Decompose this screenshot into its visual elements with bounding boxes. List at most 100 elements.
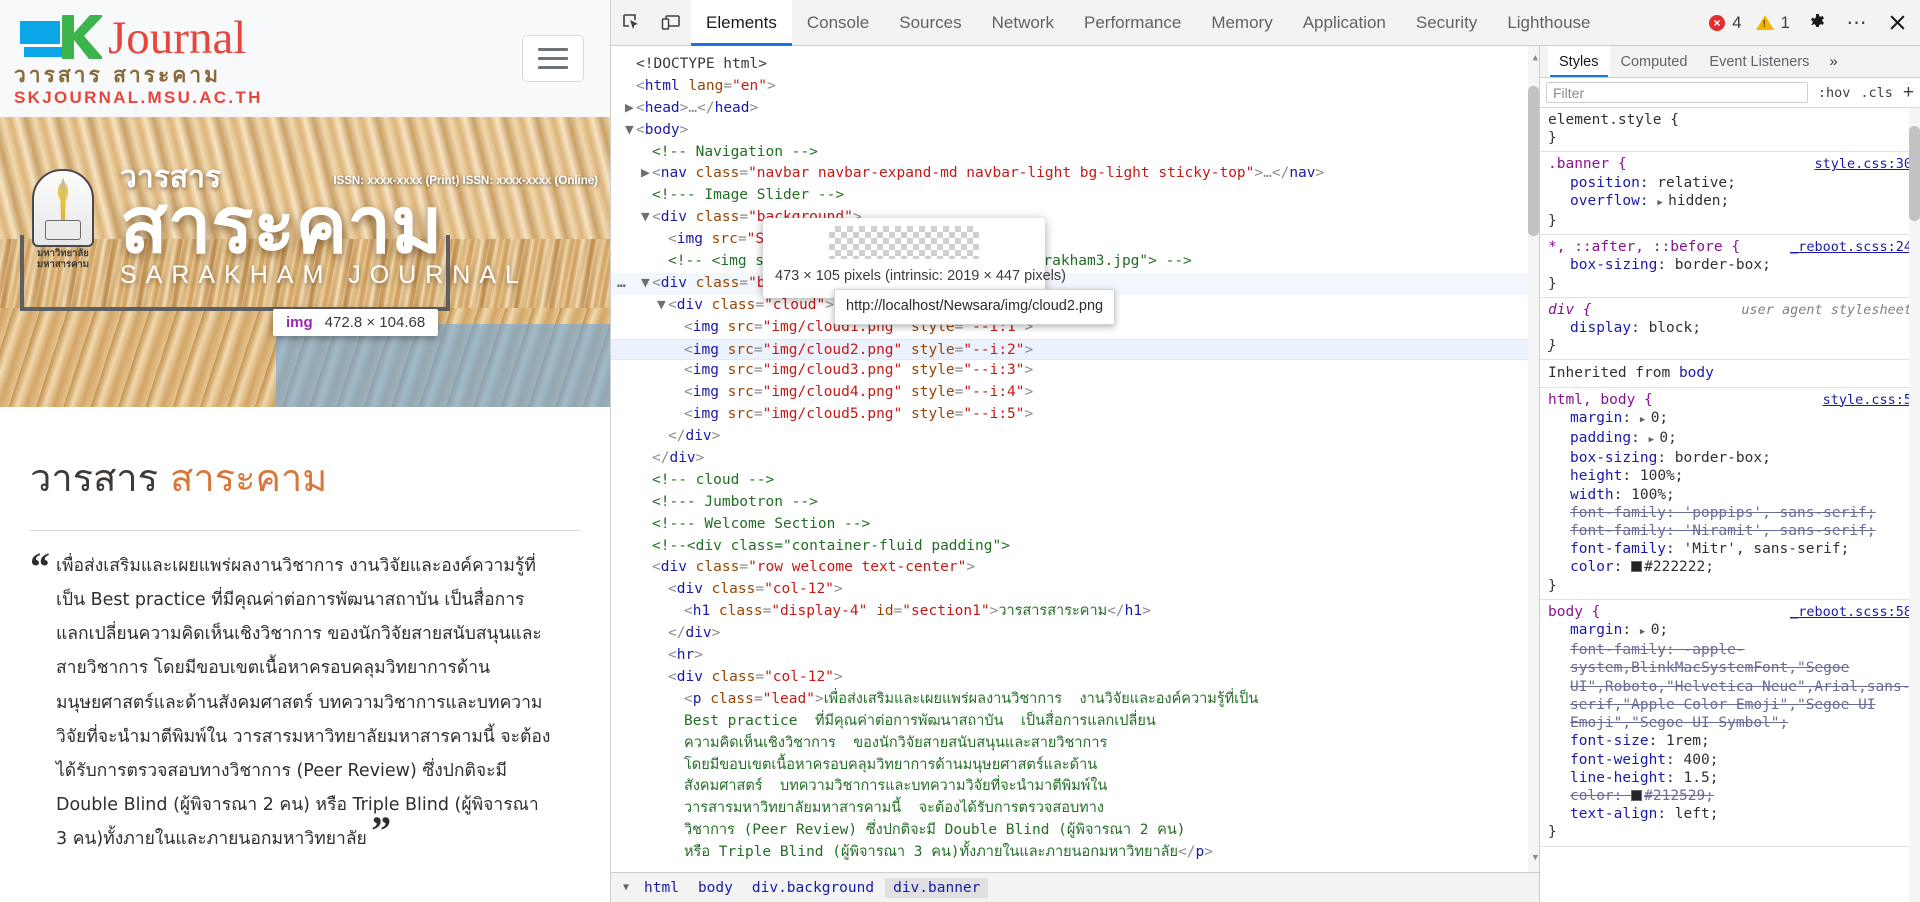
css-declaration[interactable]: margin: ▶ 0; [1548,409,1912,429]
css-property-value[interactable]: 1rem; [1666,733,1710,749]
dom-tree-scrollbar[interactable]: ▲ ▼ [1528,46,1539,872]
css-property-name[interactable]: color [1570,788,1614,804]
dom-node-line[interactable]: <img src="img/cloud2.png" style="--i:2"> [611,338,1539,361]
dom-node-line[interactable]: <p class="lead">เพื่อส่งเสริมและเผยแพร่ผ… [611,689,1539,711]
css-rules-list[interactable]: element.style {} .banner {style.css:30 pos… [1540,108,1920,902]
dom-node-line[interactable]: <h1 class="display-4" id="section1">วารส… [611,601,1539,623]
stylesheet-source-link[interactable]: _reboot.scss:24 [1790,238,1912,256]
css-declaration[interactable]: font-family: 'Mitr', sans-serif; [1548,540,1912,558]
dom-node-line[interactable]: <!--- Welcome Section --> [611,514,1539,536]
new-style-rule-button[interactable]: + [1903,83,1914,102]
styles-scroll-thumb[interactable] [1909,126,1920,221]
css-declaration[interactable]: box-sizing: border-box; [1548,449,1912,467]
styles-scrollbar[interactable] [1909,108,1920,902]
navbar-toggle-button[interactable] [522,35,584,82]
inherited-source-node[interactable]: body [1679,365,1714,381]
css-property-name[interactable]: font-weight [1570,752,1666,768]
dom-node-line[interactable]: ▼<div class="background"> [611,207,1539,229]
dom-node-line[interactable]: <hr> [611,645,1539,667]
dom-node-line[interactable]: <html lang="en"> [611,76,1539,98]
css-property-name[interactable]: font-family [1570,642,1666,658]
tab-memory[interactable]: Memory [1196,0,1287,46]
css-property-value[interactable]: border-box; [1675,450,1771,466]
css-property-value[interactable]: hidden; [1668,193,1729,209]
css-property-value[interactable]: #222222; [1644,559,1714,575]
tab-security[interactable]: Security [1401,0,1492,46]
css-property-value[interactable]: 100%; [1631,487,1675,503]
dom-node-line[interactable]: <!--<div class="container-fluid padding"… [611,536,1539,558]
css-property-value[interactable]: 0; [1651,410,1668,426]
inspect-element-icon[interactable] [611,0,651,46]
css-property-name[interactable]: margin [1570,622,1622,638]
css-property-name[interactable]: line-height [1570,770,1666,786]
css-declaration[interactable]: font-weight: 400; [1548,751,1912,769]
dom-node-line[interactable]: </div> [611,426,1539,448]
dom-node-line[interactable]: วารสารมหาวิทยาลัยมหาสารคามนี้ จะต้องได้ร… [611,798,1539,820]
dom-node-line[interactable]: <img src="img/cloud3.png" style="--i:3"> [611,360,1539,382]
dom-node-line[interactable]: สังคมศาสตร์ บทความวิชาการและบทความวิจัยท… [611,776,1539,798]
css-property-name[interactable]: display [1570,320,1631,336]
css-property-name[interactable]: box-sizing [1570,257,1657,273]
css-property-name[interactable]: padding [1570,430,1631,446]
dom-node-line[interactable]: วิชาการ (Peer Review) ซึ่งปกติจะมี Doubl… [611,820,1539,842]
css-declaration[interactable]: text-align: left; [1548,805,1912,823]
disclosure-triangle-icon[interactable]: ▼ [641,273,652,295]
css-property-name[interactable]: box-sizing [1570,450,1657,466]
css-property-name[interactable]: width [1570,487,1614,503]
css-property-value[interactable]: block; [1649,320,1701,336]
disclosure-triangle-icon[interactable]: ▶ [625,98,636,120]
dom-node-line[interactable]: ▶ <nav class="navbar navbar-expand-md nav… [611,163,1539,185]
scroll-down-icon[interactable]: ▼ [1533,848,1538,870]
css-property-name[interactable]: height [1570,468,1622,484]
tab-computed[interactable]: Computed [1610,46,1699,77]
stylesheet-source-link[interactable]: style.css:5 [1823,391,1912,409]
disclosure-triangle-icon[interactable]: ▼ [657,295,668,317]
breadcrumb-item-div-background[interactable]: div.background [744,878,882,898]
expand-shorthand-icon[interactable]: ▶ [1657,198,1668,208]
tab-performance[interactable]: Performance [1069,0,1196,46]
stylesheet-source-link[interactable]: style.css:30 [1814,155,1912,173]
dom-node-line[interactable]: <div class="col-12"> [611,579,1539,601]
dom-node-line[interactable]: ▶ <head>…</head> [611,98,1539,120]
css-property-value[interactable]: left; [1675,806,1719,822]
css-selector[interactable]: .banner { [1548,155,1627,173]
styles-filter-input[interactable]: Filter [1546,82,1808,103]
css-declaration[interactable]: font-size: 1rem; [1548,732,1912,750]
cls-toggle-button[interactable]: .cls [1860,85,1893,101]
css-property-value[interactable]: 400; [1684,752,1719,768]
tab-console[interactable]: Console [792,0,884,46]
css-property-name[interactable]: position [1570,175,1640,191]
dom-node-line[interactable]: Best practice ที่มีคุณค่าต่อการพัฒนาสถาบ… [611,711,1539,733]
css-declaration[interactable]: display: block; [1548,319,1912,337]
css-property-value[interactable]: 100%; [1640,468,1684,484]
expand-shorthand-icon[interactable]: ▶ [1640,415,1651,425]
css-property-value[interactable]: 'Mitr', sans-serif; [1684,541,1850,557]
breadcrumb-item-div-banner[interactable]: div.banner [885,877,989,898]
css-declaration[interactable]: font-family: 'Niramit', sans-serif; [1548,522,1912,540]
stylesheet-source-link[interactable]: _reboot.scss:58 [1790,603,1912,621]
tab-styles[interactable]: Styles [1548,46,1610,77]
breadcrumb-item-body[interactable]: body [690,878,741,898]
dom-node-line[interactable]: <div class="col-12"> [611,667,1539,689]
tab-lighthouse[interactable]: Lighthouse [1492,0,1605,46]
dom-node-line[interactable]: <img src="img/cloud5.png" style="--i:5"> [611,404,1539,426]
gear-icon[interactable] [1804,0,1830,46]
css-property-value[interactable]: 0; [1659,430,1676,446]
css-property-name[interactable]: text-align [1570,806,1657,822]
tab-event-listeners[interactable]: Event Listeners [1698,46,1820,77]
css-declaration[interactable]: padding: ▶ 0; [1548,429,1912,449]
dom-node-line[interactable]: <div class="row welcome text-center"> [611,557,1539,579]
warning-badge[interactable]: 1 [1755,13,1790,33]
css-property-value[interactable]: 1.5; [1684,770,1719,786]
css-declaration[interactable]: line-height: 1.5; [1548,769,1912,787]
dom-node-line[interactable]: </div> [611,623,1539,645]
tab-network[interactable]: Network [977,0,1069,46]
dom-node-line[interactable]: ความคิดเห็นเชิงวิชาการ ของนักวิจัยสายสนั… [611,733,1539,755]
css-declaration[interactable]: width: 100%; [1548,486,1912,504]
close-icon[interactable] [1884,0,1910,46]
disclosure-triangle-icon[interactable]: ▼ [641,207,652,229]
breadcrumb-item-html[interactable]: html [636,878,687,898]
css-selector[interactable]: *, ::after, ::before { [1548,238,1740,256]
dom-node-line[interactable]: <!-- cloud --> [611,470,1539,492]
css-declaration[interactable]: color: #212529; [1548,787,1912,805]
